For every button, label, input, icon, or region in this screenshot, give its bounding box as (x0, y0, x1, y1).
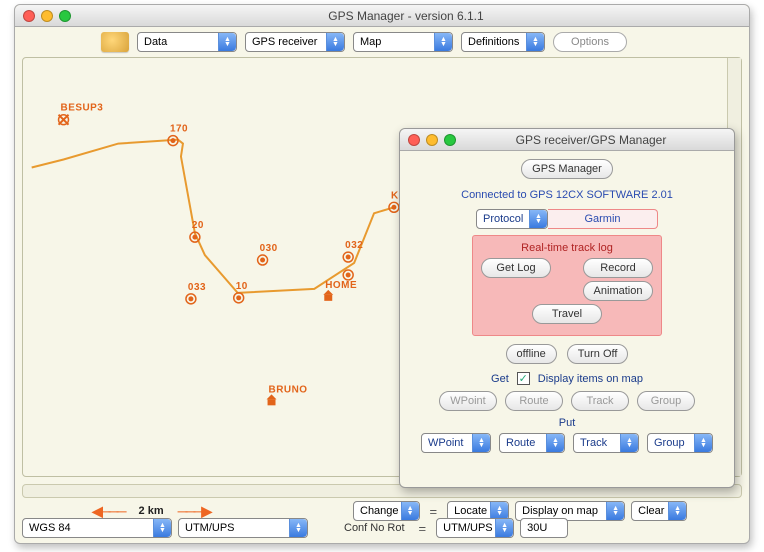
coord-left-dropdown[interactable]: UTM/UPS ▲▼ (178, 518, 308, 538)
titlebar[interactable]: GPS Manager - version 6.1.1 (15, 5, 749, 27)
realtime-track-box: Real-time track log Get Log Record Anima… (472, 235, 662, 336)
svg-text:10: 10 (236, 281, 248, 292)
get-log-button[interactable]: Get Log (481, 258, 551, 278)
put-label: Put (412, 417, 722, 429)
chevron-updown-icon: ▲▼ (495, 519, 513, 537)
get-wpoint-button[interactable]: WPoint (439, 391, 497, 411)
chevron-updown-icon: ▲▼ (472, 434, 490, 452)
svg-text:170: 170 (170, 124, 188, 135)
chevron-updown-icon: ▲▼ (529, 210, 547, 228)
display-items-checkbox[interactable]: ✓ (517, 372, 530, 385)
zoom-icon[interactable] (59, 10, 71, 22)
chevron-updown-icon: ▲▼ (526, 33, 544, 51)
chevron-updown-icon: ▲▼ (620, 434, 638, 452)
chevron-updown-icon: ▲▼ (153, 519, 171, 537)
window-title: GPS Manager - version 6.1.1 (71, 9, 741, 23)
traffic-lights (23, 10, 71, 22)
offline-button[interactable]: offline (506, 344, 557, 364)
options-button[interactable]: Options (553, 32, 627, 52)
put-track-dropdown[interactable]: Track▲▼ (573, 433, 639, 453)
dropdown-label: GPS receiver (252, 36, 317, 48)
put-wpoint-dropdown[interactable]: WPoint▲▼ (421, 433, 491, 453)
chevron-updown-icon: ▲▼ (218, 33, 236, 51)
toolbar: Data ▲▼ GPS receiver ▲▼ Map ▲▼ Definitio… (15, 27, 749, 53)
gps-receiver-window: GPS receiver/GPS Manager GPS Manager Con… (399, 128, 735, 488)
chevron-updown-icon: ▲▼ (326, 33, 344, 51)
protocol-dropdown[interactable]: Protocol ▲▼ (476, 209, 548, 229)
titlebar[interactable]: GPS receiver/GPS Manager (400, 129, 734, 151)
traffic-lights (408, 134, 456, 146)
svg-text:BESUP3: BESUP3 (61, 103, 104, 114)
dropdown-label: Data (144, 36, 167, 48)
map-dropdown[interactable]: Map ▲▼ (353, 32, 453, 52)
record-button[interactable]: Record (583, 258, 653, 278)
track-path (32, 140, 394, 293)
svg-text:030: 030 (260, 243, 278, 254)
child-body: GPS Manager Connected to GPS 12CX SOFTWA… (400, 151, 734, 465)
zone-field[interactable]: 30U (520, 518, 568, 538)
conf-label: Conf No Rot (344, 522, 405, 534)
gps-manager-tab-button[interactable]: GPS Manager (521, 159, 613, 179)
chevron-updown-icon: ▲▼ (546, 434, 564, 452)
minimize-icon[interactable] (41, 10, 53, 22)
put-route-dropdown[interactable]: Route▲▼ (499, 433, 565, 453)
minimize-icon[interactable] (426, 134, 438, 146)
animation-button[interactable]: Animation (583, 281, 653, 301)
chevron-updown-icon: ▲▼ (434, 33, 452, 51)
connection-status: Connected to GPS 12CX SOFTWARE 2.01 (412, 189, 722, 201)
datum-dropdown[interactable]: WGS 84 ▲▼ (22, 518, 172, 538)
display-items-label: Display items on map (538, 373, 643, 385)
coord-right-dropdown[interactable]: UTM/UPS ▲▼ (436, 518, 514, 538)
scale-text: 2 km (139, 505, 164, 517)
turn-off-button[interactable]: Turn Off (567, 344, 629, 364)
dropdown-label: Definitions (468, 36, 519, 48)
get-group-button[interactable]: Group (637, 391, 695, 411)
close-icon[interactable] (408, 134, 420, 146)
close-icon[interactable] (23, 10, 35, 22)
window-title: GPS receiver/GPS Manager (456, 133, 726, 147)
get-route-button[interactable]: Route (505, 391, 563, 411)
svg-text:032: 032 (345, 240, 363, 251)
svg-text:BRUNO: BRUNO (269, 384, 308, 395)
put-group-dropdown[interactable]: Group▲▼ (647, 433, 713, 453)
separator: = (419, 521, 427, 536)
gps-receiver-dropdown[interactable]: GPS receiver ▲▼ (245, 32, 345, 52)
app-logo-icon (101, 32, 129, 52)
data-dropdown[interactable]: Data ▲▼ (137, 32, 237, 52)
get-label: Get (491, 373, 509, 385)
svg-text:033: 033 (188, 282, 206, 293)
protocol-value: Garmin (548, 209, 658, 229)
dropdown-label: Map (360, 36, 381, 48)
realtime-title: Real-time track log (481, 242, 653, 254)
chevron-updown-icon: ▲▼ (289, 519, 307, 537)
get-track-button[interactable]: Track (571, 391, 629, 411)
svg-text:20: 20 (192, 220, 204, 231)
footer: WGS 84 ▲▼ UTM/UPS ▲▼ Conf No Rot = UTM/U… (22, 517, 742, 539)
travel-button[interactable]: Travel (532, 304, 602, 324)
chevron-updown-icon: ▲▼ (694, 434, 712, 452)
definitions-dropdown[interactable]: Definitions ▲▼ (461, 32, 545, 52)
svg-text:HOME: HOME (325, 280, 357, 291)
zoom-icon[interactable] (444, 134, 456, 146)
